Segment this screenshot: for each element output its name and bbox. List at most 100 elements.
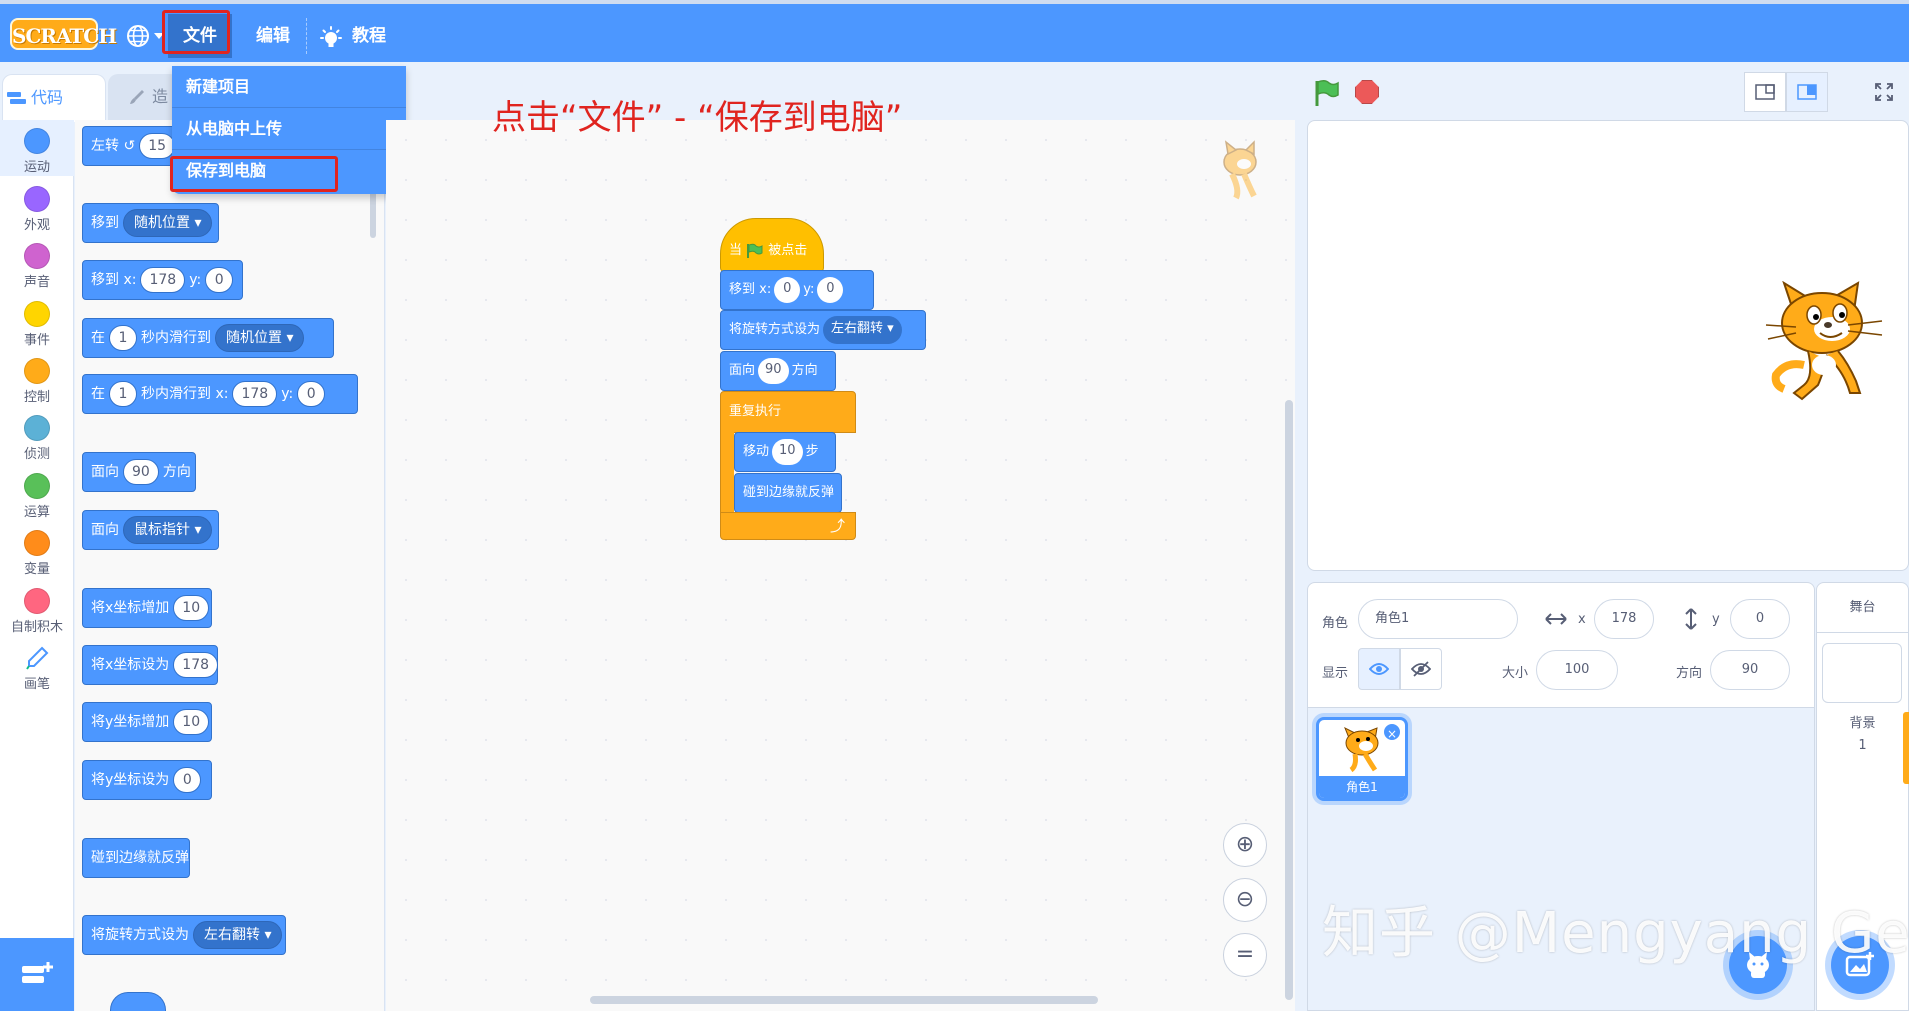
block-label: 将旋转方式设为 bbox=[729, 322, 821, 337]
script-point-direction-block[interactable]: 面向 90 方向 bbox=[720, 351, 836, 391]
category-dot bbox=[24, 186, 50, 212]
y-position-input[interactable]: 0 bbox=[1730, 599, 1790, 639]
zoom-reset-button[interactable]: = bbox=[1223, 933, 1267, 977]
block-input[interactable]: 1 bbox=[109, 325, 137, 351]
size-input[interactable]: 100 bbox=[1536, 650, 1618, 690]
zoom-out-button[interactable]: ⊖ bbox=[1223, 878, 1267, 922]
tab-costumes[interactable]: 造 bbox=[108, 74, 180, 122]
category-motion[interactable]: 运动 bbox=[0, 128, 74, 175]
block-input[interactable]: 0 bbox=[297, 381, 326, 407]
category-sound[interactable]: 声音 bbox=[0, 243, 74, 290]
block-dropdown[interactable]: 鼠标指针 ▾ bbox=[123, 516, 213, 544]
block-label: 步 bbox=[805, 444, 819, 459]
category-dot bbox=[24, 530, 50, 556]
size-label: 大小 bbox=[1502, 666, 1529, 681]
delete-sprite-button[interactable]: × bbox=[1382, 722, 1402, 742]
tutorials-menu[interactable]: 教程 bbox=[312, 14, 408, 58]
palette-partial-block[interactable] bbox=[110, 992, 166, 1011]
palette-rotation-style-block[interactable]: 将旋转方式设为 左右翻转 ▾ bbox=[82, 915, 286, 955]
block-input[interactable]: 0 bbox=[817, 276, 844, 303]
green-flag-icon bbox=[747, 243, 763, 258]
stage-thumbnail[interactable] bbox=[1822, 643, 1902, 703]
palette-goto-block[interactable]: 移到 随机位置 ▾ bbox=[82, 203, 219, 243]
palette-glide-block[interactable]: 在 1 秒内滑行到 随机位置 ▾ bbox=[82, 318, 334, 358]
cat-sprite[interactable] bbox=[1764, 281, 1886, 411]
green-flag-button[interactable] bbox=[1312, 78, 1342, 108]
block-input[interactable]: 0 bbox=[173, 767, 202, 793]
script-when-flag-clicked-block[interactable]: 当 被点击 bbox=[720, 218, 824, 272]
block-input[interactable]: 90 bbox=[123, 459, 159, 485]
script-goto-xy-block[interactable]: 移到 x: 0 y: 0 bbox=[720, 270, 874, 310]
sprite-watermark-icon bbox=[1223, 140, 1257, 200]
palette-glide-xy-block[interactable]: 在 1 秒内滑行到 x: 178 y: 0 bbox=[82, 374, 358, 414]
block-input[interactable]: 0 bbox=[205, 267, 234, 293]
stage-canvas[interactable] bbox=[1307, 120, 1909, 571]
x-label: x bbox=[1578, 612, 1586, 627]
add-extension-button[interactable] bbox=[0, 938, 74, 1011]
sprite-name-input[interactable]: 角色1 bbox=[1358, 599, 1518, 639]
block-input[interactable]: 1 bbox=[109, 381, 137, 407]
palette-goto-xy-block[interactable]: 移到 x: 178 y: 0 bbox=[82, 260, 243, 300]
category-looks[interactable]: 外观 bbox=[0, 186, 74, 233]
workspace-scrollbar-vertical[interactable] bbox=[1285, 400, 1293, 1000]
x-position-input[interactable]: 178 bbox=[1594, 599, 1654, 639]
block-input[interactable]: 10 bbox=[772, 438, 803, 465]
block-input[interactable]: 90 bbox=[758, 357, 789, 384]
menu-item-new-project[interactable]: 新建项目 bbox=[172, 66, 406, 108]
palette-change-y-block[interactable]: 将y坐标增加 10 bbox=[82, 702, 212, 742]
show-sprite-button[interactable] bbox=[1358, 648, 1400, 690]
block-dropdown[interactable]: 随机位置 ▾ bbox=[123, 209, 213, 237]
category-sensing[interactable]: 侦测 bbox=[0, 415, 74, 462]
edit-menu[interactable]: 编辑 bbox=[240, 14, 306, 58]
category-dot bbox=[24, 243, 50, 269]
small-stage-button[interactable] bbox=[1744, 72, 1786, 112]
dropdown-label: 随机位置 bbox=[134, 215, 190, 231]
palette-scrollbar[interactable] bbox=[370, 190, 376, 238]
category-my-blocks[interactable]: 自制积木 bbox=[0, 588, 74, 635]
script-rotation-style-block[interactable]: 将旋转方式设为 左右翻转 ▾ bbox=[720, 310, 926, 350]
block-input[interactable]: 10 bbox=[173, 595, 210, 621]
stop-button[interactable] bbox=[1355, 80, 1379, 104]
workspace-scrollbar-horizontal[interactable] bbox=[590, 996, 1098, 1004]
fullscreen-button[interactable] bbox=[1864, 72, 1904, 112]
block-input[interactable]: 178 bbox=[140, 267, 186, 293]
language-menu[interactable] bbox=[120, 14, 166, 58]
block-input[interactable]: 15 bbox=[139, 133, 176, 159]
category-variables[interactable]: 变量 bbox=[0, 530, 74, 577]
category-control[interactable]: 控制 bbox=[0, 358, 74, 405]
y-label: y bbox=[1712, 612, 1720, 627]
block-dropdown[interactable]: 随机位置 ▾ bbox=[215, 324, 305, 352]
palette-set-x-block[interactable]: 将x坐标设为 178 bbox=[82, 645, 219, 685]
block-input[interactable]: 10 bbox=[173, 709, 210, 735]
category-events[interactable]: 事件 bbox=[0, 301, 74, 348]
direction-input[interactable]: 90 bbox=[1710, 650, 1790, 690]
block-label: 方向 bbox=[791, 363, 818, 378]
block-dropdown[interactable]: 左右翻转 ▾ bbox=[193, 921, 283, 949]
palette-point-direction-block[interactable]: 面向 90 方向 bbox=[82, 452, 196, 492]
menu-item-load-from-computer[interactable]: 从电脑中上传 bbox=[172, 108, 406, 150]
palette-set-y-block[interactable]: 将y坐标设为 0 bbox=[82, 760, 212, 800]
direction-label: 方向 bbox=[1676, 666, 1703, 681]
instruction-annotation: 点击“文件” - “保存到电脑” bbox=[492, 98, 903, 138]
rotate-left-icon: ↺ bbox=[123, 138, 136, 154]
script-workspace[interactable] bbox=[386, 120, 1295, 1011]
category-dot bbox=[24, 415, 50, 441]
normal-stage-button[interactable] bbox=[1786, 72, 1828, 112]
backdrop-label: 背景 bbox=[1849, 716, 1876, 731]
block-input[interactable]: 178 bbox=[232, 381, 278, 407]
palette-bounce-block[interactable]: 碰到边缘就反弹 bbox=[82, 838, 190, 878]
category-pen[interactable]: 画笔 bbox=[0, 645, 74, 692]
scratch-logo[interactable]: SCRATCH bbox=[10, 18, 117, 50]
category-operators[interactable]: 运算 bbox=[0, 473, 74, 520]
zoom-in-button[interactable]: ⊕ bbox=[1223, 823, 1267, 867]
script-bounce-block[interactable]: 碰到边缘就反弹 bbox=[734, 473, 842, 513]
block-input[interactable]: 0 bbox=[774, 276, 801, 303]
block-input[interactable]: 178 bbox=[173, 652, 219, 678]
script-move-block[interactable]: 移动 10 步 bbox=[734, 432, 836, 472]
block-dropdown[interactable]: 左右翻转 ▾ bbox=[823, 315, 902, 344]
tab-code[interactable]: 代码 bbox=[2, 74, 106, 122]
palette-change-x-block[interactable]: 将x坐标增加 10 bbox=[82, 588, 212, 628]
palette-point-towards-block[interactable]: 面向 鼠标指针 ▾ bbox=[82, 510, 219, 550]
script-forever-block[interactable]: 重复执行 bbox=[720, 391, 856, 433]
hide-sprite-button[interactable] bbox=[1400, 648, 1442, 690]
